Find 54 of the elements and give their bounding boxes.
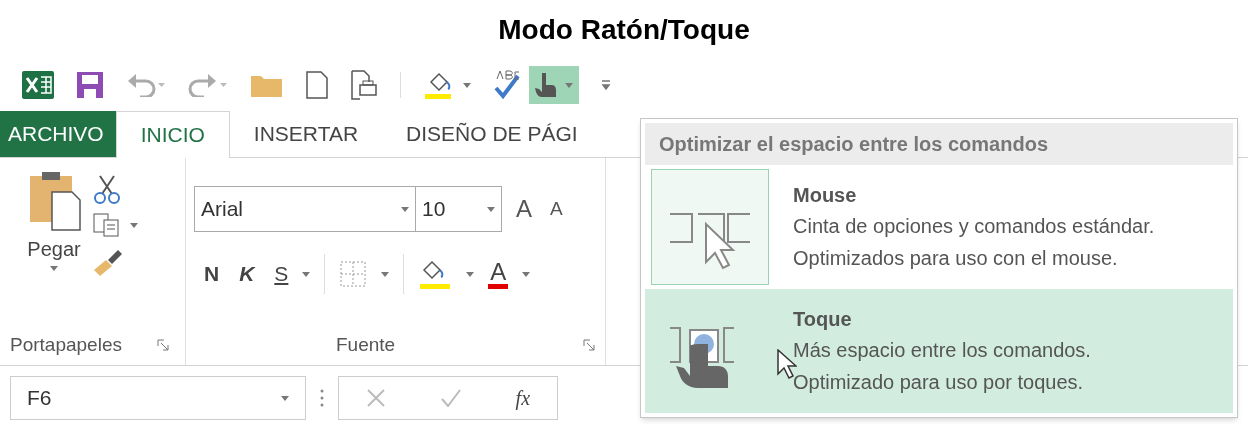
redo-icon[interactable] xyxy=(188,73,228,97)
caret-icon xyxy=(463,82,471,88)
shrink-font-button[interactable]: A xyxy=(546,194,567,224)
dialog-launcher-icon[interactable] xyxy=(157,339,169,351)
page-title: Modo Ratón/Toque xyxy=(498,13,750,47)
grow-font-button[interactable]: A xyxy=(512,191,536,227)
ribbon-tab[interactable]: INSERTAR xyxy=(229,111,383,157)
group-label: Fuente xyxy=(336,332,396,357)
dialog-launcher-icon[interactable] xyxy=(583,339,595,351)
font-size-field[interactable]: 10 xyxy=(416,186,502,232)
file-tab[interactable]: ARCHIVO xyxy=(0,111,116,157)
ribbon-tab[interactable]: DISEÑO DE PÁGI xyxy=(382,111,602,157)
italic-button[interactable]: K xyxy=(233,258,261,290)
underline-button[interactable]: S xyxy=(274,258,289,290)
copy-icon[interactable] xyxy=(92,212,122,238)
fill-color-icon[interactable] xyxy=(418,258,453,290)
customize-toolbar-icon[interactable] xyxy=(601,79,611,91)
group-label: Portapapeles xyxy=(10,332,122,357)
insert-function-button[interactable]: fx xyxy=(515,383,531,413)
vertical-dots-icon xyxy=(320,388,324,408)
checkmark-icon[interactable] xyxy=(439,388,462,408)
caret-icon xyxy=(565,82,573,88)
name-box[interactable]: F6 xyxy=(10,376,306,420)
blank-document-icon[interactable] xyxy=(306,71,328,99)
touch-mode-button[interactable] xyxy=(529,66,579,104)
caret-icon xyxy=(522,271,531,277)
option-title: Mouse xyxy=(793,183,858,208)
caret-icon xyxy=(381,271,390,277)
menu-option[interactable]: Toque Más espacio entre los comandos. Optimizado para uso por toques. xyxy=(645,289,1233,413)
option-description: Cinta de opciones y comandos estándar. xyxy=(793,214,1155,239)
caret-icon xyxy=(130,222,138,228)
save-icon[interactable] xyxy=(76,71,104,99)
bold-button[interactable]: N xyxy=(204,258,220,290)
caret-icon xyxy=(401,206,409,212)
caret-icon xyxy=(281,395,289,401)
font-color-button[interactable]: A xyxy=(488,259,509,289)
scissors-icon[interactable] xyxy=(92,174,122,204)
option-description: Optimizados para uso con el mouse. xyxy=(793,246,1119,271)
ribbon-tab[interactable]: INICIO xyxy=(115,111,230,158)
font-name-field[interactable]: Arial xyxy=(194,186,416,232)
menu-header: Optimizar el espacio entre los comandos xyxy=(645,123,1233,165)
caret-icon xyxy=(487,206,495,212)
print-preview-icon[interactable] xyxy=(350,70,378,100)
caret-icon xyxy=(302,271,311,277)
spelling-check-icon[interactable] xyxy=(493,70,521,100)
caret-icon xyxy=(50,266,58,271)
option-description: Optimizado para uso por toques. xyxy=(793,370,1085,395)
spreadsheet-logo-icon[interactable] xyxy=(22,71,54,99)
hand-pointer-icon xyxy=(535,72,557,98)
option-title: Toque xyxy=(793,307,853,332)
option-description: Más espacio entre los comandos. xyxy=(793,338,1091,363)
paste-button[interactable]: Pegar xyxy=(26,170,82,325)
undo-icon[interactable] xyxy=(126,73,166,97)
caret-icon xyxy=(466,271,475,277)
